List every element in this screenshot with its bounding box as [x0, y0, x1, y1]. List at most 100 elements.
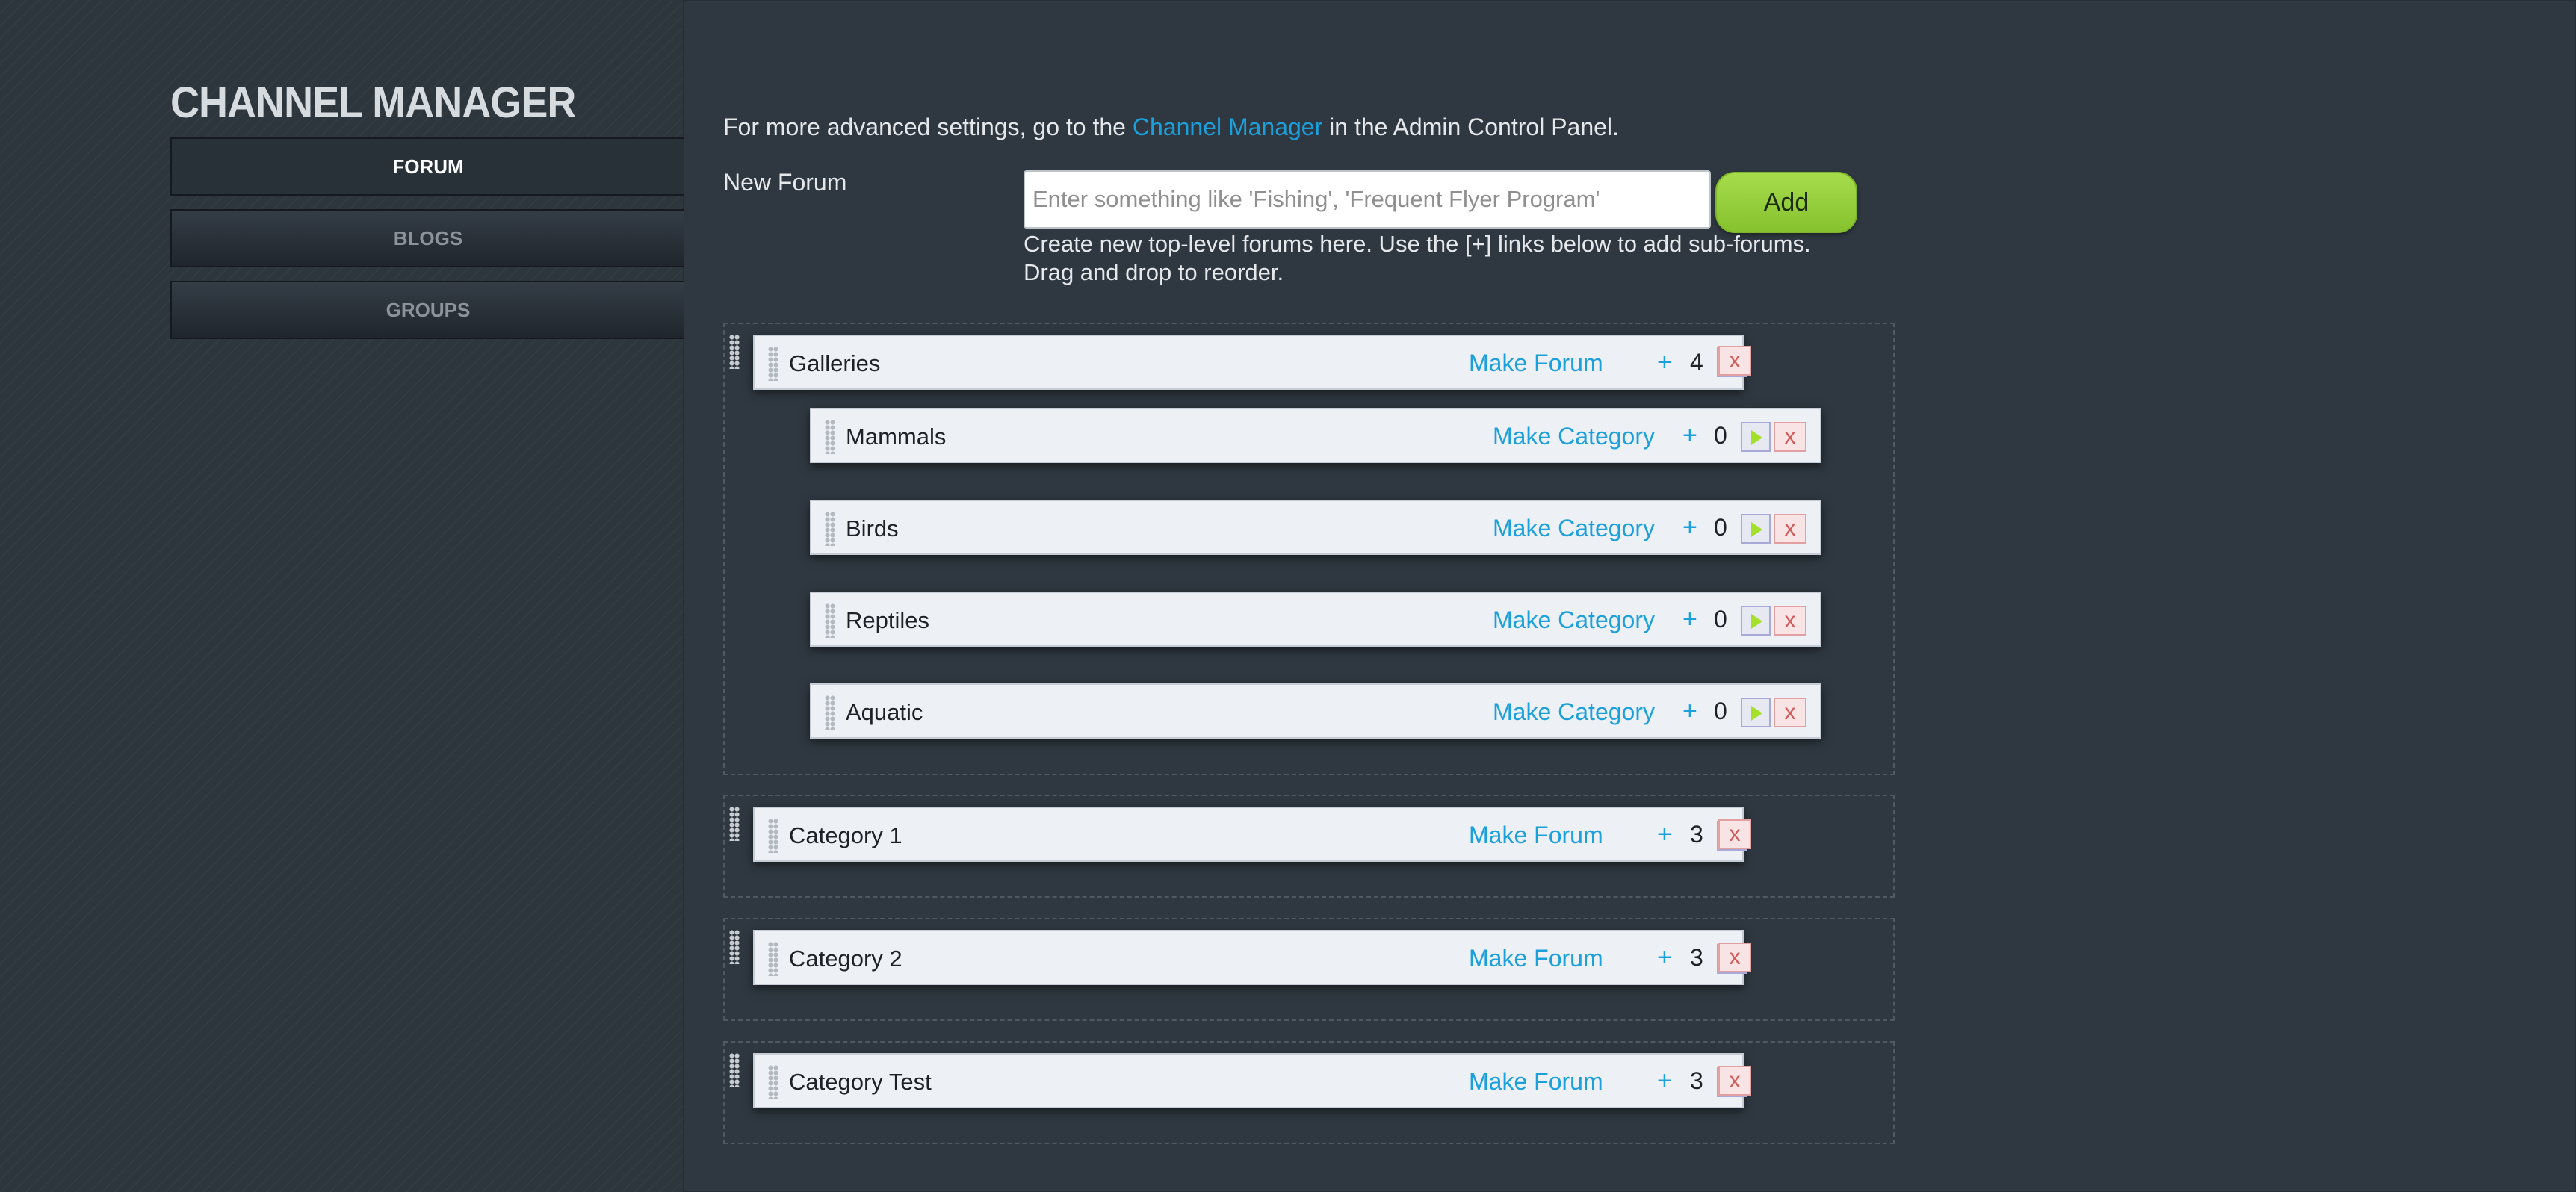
page-title: CHANNEL MANAGER: [170, 78, 576, 127]
subforum-row-mammals[interactable]: Mammals Make Category + 0 x: [810, 408, 1821, 463]
add-subforum-plus[interactable]: +: [1682, 513, 1697, 542]
group-drag-handle-icon[interactable]: [729, 807, 740, 841]
forum-name: Category 2: [789, 946, 902, 972]
drag-handle-icon[interactable]: [825, 695, 835, 730]
subforum-count: 4: [1690, 349, 1703, 376]
make-category-link[interactable]: Make Category: [1493, 515, 1655, 542]
drag-handle-icon[interactable]: [825, 420, 835, 454]
add-subforum-plus[interactable]: +: [1657, 943, 1672, 972]
expand-button[interactable]: [1741, 422, 1771, 452]
subforum-row-reptiles[interactable]: Reptiles Make Category + 0 x: [810, 592, 1821, 647]
nav-blogs-label: BLOGS: [393, 226, 463, 249]
group-drag-handle-icon[interactable]: [729, 1053, 740, 1087]
add-subforum-plus[interactable]: +: [1682, 605, 1697, 634]
delete-forum-button[interactable]: x: [1718, 819, 1751, 849]
delete-icon: x: [1784, 424, 1796, 449]
forum-group-category-1: Category 1 Make Forum + 3 x: [723, 795, 1895, 898]
add-forum-button[interactable]: Add: [1715, 172, 1857, 233]
add-button-label: Add: [1763, 187, 1809, 217]
subforum-row-birds[interactable]: Birds Make Category + 0 x: [810, 500, 1821, 555]
delete-forum-button[interactable]: x: [1718, 346, 1751, 376]
delete-forum-button[interactable]: x: [1718, 943, 1751, 972]
add-subforum-plus[interactable]: +: [1682, 697, 1697, 726]
channel-manager-page: CHANNEL MANAGER FORUM BLOGS GROUPS For m…: [0, 0, 2576, 1192]
group-drag-handle-icon[interactable]: [729, 335, 740, 369]
delete-forum-button[interactable]: x: [1718, 1066, 1751, 1096]
forum-group-category-test: Category Test Make Forum + 3 x: [723, 1041, 1895, 1144]
add-subforum-plus[interactable]: +: [1657, 1067, 1672, 1096]
subforum-row-aquatic[interactable]: Aquatic Make Category + 0 x: [810, 683, 1821, 739]
add-subforum-plus[interactable]: +: [1657, 348, 1672, 377]
expand-arrow-icon: [1751, 522, 1762, 537]
expand-button[interactable]: [1741, 514, 1771, 544]
subforum-count: 3: [1690, 1067, 1703, 1094]
new-forum-input[interactable]: [1024, 170, 1711, 229]
intro-suffix: in the Admin Control Panel.: [1322, 114, 1619, 140]
new-forum-label: New Forum: [723, 169, 847, 196]
expand-button[interactable]: [1741, 606, 1771, 636]
help-line-2: Drag and drop to reorder.: [1024, 259, 1284, 285]
delete-forum-button[interactable]: x: [1774, 422, 1806, 452]
forum-group-category-2: Category 2 Make Forum + 3 x: [723, 918, 1895, 1021]
drag-handle-icon[interactable]: [825, 603, 835, 638]
delete-icon: x: [1784, 516, 1796, 541]
delete-icon: x: [1729, 348, 1741, 373]
delete-forum-button[interactable]: x: [1774, 698, 1806, 727]
delete-icon: x: [1729, 822, 1741, 846]
make-forum-link[interactable]: Make Forum: [1469, 350, 1603, 377]
forum-row-category-test[interactable]: Category Test Make Forum + 3: [753, 1053, 1747, 1108]
subforum-count: 0: [1714, 698, 1727, 724]
help-line-1: Create new top-level forums here. Use th…: [1024, 231, 1811, 257]
subforum-name: Aquatic: [846, 699, 923, 725]
drag-handle-icon[interactable]: [825, 512, 835, 546]
forum-name: Category Test: [789, 1069, 932, 1095]
forum-row-category-1[interactable]: Category 1 Make Forum + 3: [753, 807, 1747, 862]
delete-icon: x: [1729, 945, 1741, 969]
channel-manager-link[interactable]: Channel Manager: [1133, 114, 1322, 140]
subforum-name: Mammals: [846, 423, 947, 450]
intro-text: For more advanced settings, go to the Ch…: [723, 114, 1619, 141]
delete-icon: x: [1784, 700, 1796, 724]
make-forum-link[interactable]: Make Forum: [1469, 945, 1603, 972]
add-subforum-plus[interactable]: +: [1657, 820, 1672, 849]
drag-handle-icon[interactable]: [768, 1065, 778, 1099]
group-drag-handle-icon[interactable]: [729, 930, 740, 964]
forum-row-category-2[interactable]: Category 2 Make Forum + 3: [753, 930, 1747, 985]
make-category-link[interactable]: Make Category: [1493, 698, 1655, 726]
make-category-link[interactable]: Make Category: [1493, 423, 1655, 450]
forum-row-galleries[interactable]: Galleries Make Forum + 4: [753, 335, 1747, 390]
new-forum-help: Create new top-level forums here. Use th…: [1024, 230, 1920, 287]
nav-blogs-button[interactable]: BLOGS: [170, 209, 684, 267]
intro-prefix: For more advanced settings, go to the: [723, 114, 1133, 140]
make-category-link[interactable]: Make Category: [1493, 606, 1655, 634]
forum-group-galleries: Galleries Make Forum + 4 x Mammals Make …: [723, 323, 1895, 775]
nav-groups-label: GROUPS: [386, 298, 471, 321]
subforum-count: 3: [1690, 944, 1703, 971]
drag-handle-icon[interactable]: [768, 347, 778, 381]
nav-forum-label: FORUM: [392, 155, 464, 178]
expand-arrow-icon: [1751, 706, 1762, 721]
expand-arrow-icon: [1751, 614, 1762, 629]
delete-forum-button[interactable]: x: [1774, 514, 1806, 544]
nav-groups-button[interactable]: GROUPS: [170, 281, 684, 339]
subforum-name: Birds: [846, 515, 899, 541]
delete-icon: x: [1784, 608, 1796, 633]
left-sidebar: CHANNEL MANAGER FORUM BLOGS GROUPS: [0, 0, 684, 1192]
forum-name: Category 1: [789, 822, 902, 848]
forum-name: Galleries: [789, 350, 881, 376]
make-forum-link[interactable]: Make Forum: [1469, 822, 1603, 849]
subforum-count: 0: [1714, 422, 1727, 449]
drag-handle-icon[interactable]: [768, 819, 778, 853]
expand-button[interactable]: [1741, 698, 1771, 727]
add-subforum-plus[interactable]: +: [1682, 421, 1697, 450]
subforum-count: 0: [1714, 514, 1727, 541]
subforum-count: 3: [1690, 821, 1703, 848]
subforum-name: Reptiles: [846, 607, 929, 633]
nav-forum-button[interactable]: FORUM: [170, 137, 684, 196]
make-forum-link[interactable]: Make Forum: [1469, 1068, 1603, 1096]
subforum-count: 0: [1714, 606, 1727, 633]
drag-handle-icon[interactable]: [768, 942, 778, 976]
delete-forum-button[interactable]: x: [1774, 606, 1806, 636]
delete-icon: x: [1729, 1068, 1741, 1093]
expand-arrow-icon: [1751, 430, 1762, 445]
